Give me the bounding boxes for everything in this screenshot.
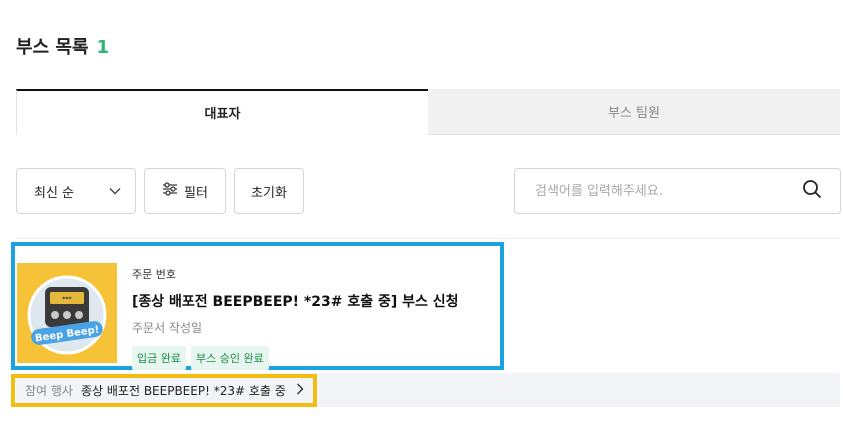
filter-label: 필터 xyxy=(184,185,208,201)
event-label: 참여 행사 xyxy=(25,384,73,398)
booth-thumbnail: *** Beep Beep! xyxy=(17,263,117,363)
beeper-illustration: *** Beep Beep! xyxy=(17,263,117,363)
page-title: 부스 목록 1 xyxy=(16,33,109,59)
sort-label: 최신 순 xyxy=(34,185,75,201)
filter-sliders-icon xyxy=(162,182,178,200)
order-info: 주문 번호 [종상 배포전 BEEPBEEP! *23# 호출 중] 부스 신청… xyxy=(132,266,459,370)
page-title-text: 부스 목록 xyxy=(16,37,89,58)
sort-select[interactable]: 최신 순 xyxy=(16,168,136,214)
search-input[interactable] xyxy=(535,183,785,199)
booth-count: 1 xyxy=(96,37,110,58)
list-divider xyxy=(16,238,840,239)
order-title[interactable]: [종상 배포전 BEEPBEEP! *23# 호출 중] 부스 신청 xyxy=(132,291,459,311)
search-icon[interactable] xyxy=(802,179,822,203)
filter-button[interactable]: 필터 xyxy=(144,168,226,214)
status-badge-payment: 입금 완료 xyxy=(132,346,186,370)
status-badge-approval: 부스 승인 완료 xyxy=(190,346,269,370)
event-name: 종상 배포전 BEEPBEEP! *23# 호출 중 xyxy=(80,384,286,398)
search-box xyxy=(514,168,841,214)
chevron-right-icon xyxy=(296,383,304,399)
reset-button[interactable]: 초기화 xyxy=(234,168,304,214)
reset-label: 초기화 xyxy=(251,185,287,201)
tab-bar: 대표자 부스 팀원 xyxy=(16,89,840,135)
beeper-screen-text: *** xyxy=(62,296,72,303)
status-badges: 입금 완료 부스 승인 완료 xyxy=(132,346,459,370)
tab-representative[interactable]: 대표자 xyxy=(16,89,428,135)
order-card[interactable]: *** Beep Beep! 주문 번호 [종상 배포전 BEEPBEEP! *… xyxy=(11,242,504,370)
tab-booth-members[interactable]: 부스 팀원 xyxy=(428,89,840,135)
order-number-label: 주문 번호 xyxy=(132,268,176,281)
chevron-down-icon xyxy=(109,184,121,199)
event-link[interactable]: 참여 행사 종상 배포전 BEEPBEEP! *23# 호출 중 xyxy=(11,374,317,407)
order-date-label: 주문서 작성일 xyxy=(132,321,203,335)
